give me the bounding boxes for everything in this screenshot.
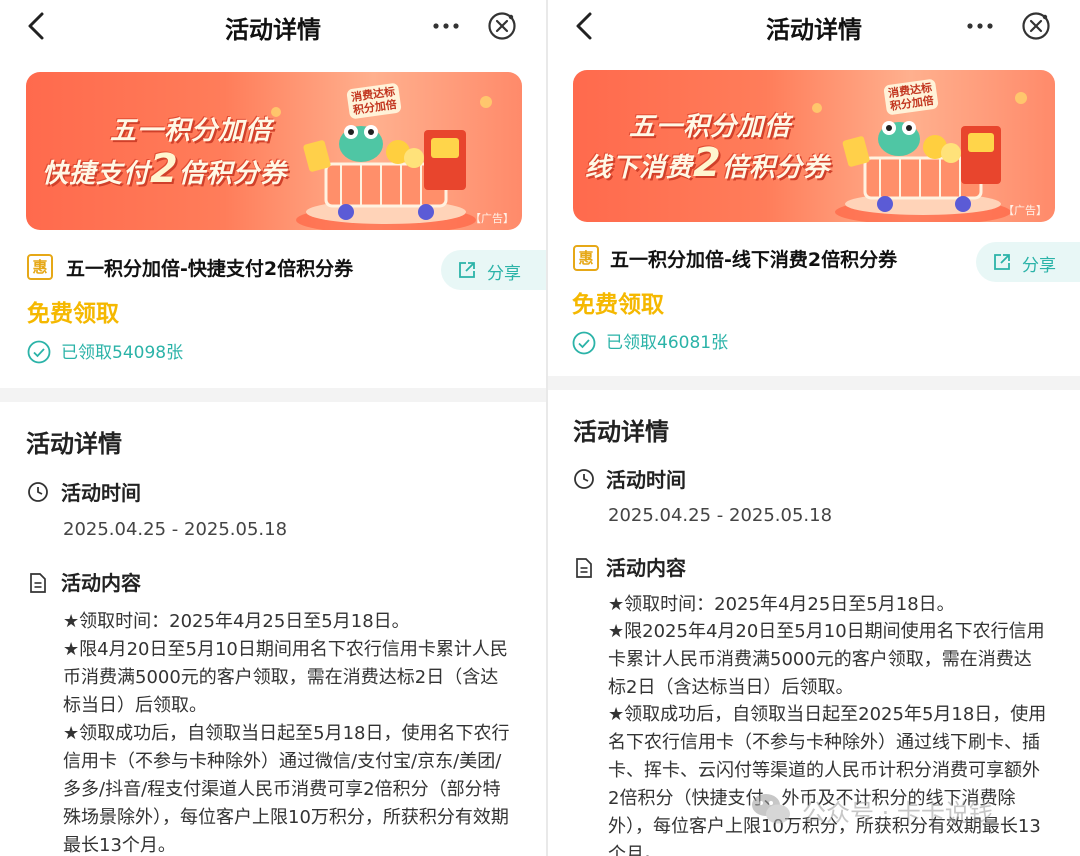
banner-headline: 五一积分加倍 — [110, 116, 273, 146]
check-circle-icon — [27, 340, 51, 364]
back-arrow-icon[interactable] — [570, 10, 600, 42]
page-title: 活动详情 — [766, 16, 862, 44]
banner-subline: 快捷支付2倍积分券 — [42, 146, 287, 192]
discount-badge: 惠 — [27, 254, 53, 280]
document-icon — [576, 558, 592, 578]
coupon-title: 五一积分加倍-快捷支付2倍积分券 — [66, 258, 354, 280]
banner-subline: 线下消费2倍积分券 — [585, 140, 830, 186]
coupon-title: 五一积分加倍-线下消费2倍积分券 — [610, 249, 898, 271]
content-paragraph: ★领取时间：2025年4月25日至5月18日。 — [63, 611, 410, 632]
details-section-title: 活动详情 — [573, 418, 669, 446]
claimed-count: 已领取54098张 — [61, 343, 184, 363]
banner-multiplier: 2 — [150, 146, 179, 192]
banner-subline-prefix: 线下消费 — [585, 153, 694, 183]
nav-bar: 活动详情 — [0, 0, 546, 52]
page-title: 活动详情 — [225, 16, 321, 44]
share-button[interactable]: 分享 — [441, 250, 546, 290]
section-divider — [548, 376, 1080, 390]
banner-subline-suffix: 倍积分券 — [178, 159, 287, 189]
ad-tag: 【广告】 — [1003, 204, 1047, 217]
share-label: 分享 — [487, 264, 521, 284]
share-icon — [994, 254, 1010, 270]
share-button[interactable]: 分享 — [976, 242, 1080, 282]
content-paragraph: ★领取成功后，自领取当日起至5月18日，使用名下农行信用卡（不参与卡种除外）通过… — [63, 723, 510, 856]
time-label: 活动时间 — [61, 481, 141, 505]
section-divider — [0, 388, 546, 402]
more-options-icon[interactable] — [428, 12, 464, 40]
close-mini-program-icon[interactable] — [486, 10, 518, 42]
content-paragraph: ★限2025年4月20日至5月10日期间使用名下农行信用卡累计人民币消费满500… — [608, 621, 1045, 698]
ad-tag: 【广告】 — [470, 212, 514, 225]
content-label: 活动内容 — [606, 556, 686, 580]
free-claim-label: 免费领取 — [27, 301, 119, 327]
details-section-title: 活动详情 — [26, 430, 122, 458]
free-claim-label: 免费领取 — [572, 292, 664, 318]
document-icon — [30, 573, 46, 593]
content-paragraph: ★限4月20日至5月10日期间用名下农行信用卡累计人民币消费满5000元的客户领… — [63, 639, 508, 716]
close-mini-program-icon[interactable] — [1020, 10, 1052, 42]
check-circle-icon — [572, 331, 596, 355]
discount-badge: 惠 — [573, 245, 599, 271]
time-label: 活动时间 — [606, 468, 686, 492]
more-options-icon[interactable] — [962, 12, 998, 40]
screen-offline-pay: 活动详情 消费达标 积分加倍 五一积分加倍 线下消费2倍积分券 【广告】 惠 五… — [548, 0, 1080, 856]
content-label: 活动内容 — [61, 571, 141, 595]
content-paragraph: ★领取时间：2025年4月25日至5月18日。 — [608, 594, 955, 615]
banner-subline-suffix: 倍积分券 — [721, 153, 830, 183]
share-icon — [459, 262, 475, 278]
content-paragraph: ★领取成功后，自领取当日起至2025年5月18日，使用名下农行信用卡（不参与卡种… — [608, 704, 1047, 856]
share-label: 分享 — [1022, 256, 1056, 276]
back-arrow-icon[interactable] — [22, 10, 52, 42]
time-range: 2025.04.25 - 2025.05.18 — [63, 519, 288, 540]
clock-icon — [28, 482, 48, 502]
time-range: 2025.04.25 - 2025.05.18 — [608, 505, 833, 526]
nav-bar: 活动详情 — [548, 0, 1080, 52]
banner-headline: 五一积分加倍 — [629, 112, 792, 142]
promo-banner[interactable]: 消费达标 积分加倍 五一积分加倍 线下消费2倍积分券 【广告】 — [573, 70, 1055, 222]
claimed-count: 已领取46081张 — [606, 333, 729, 353]
screen-quick-pay: 活动详情 消费达标 积分加倍 五一积分加倍 快捷支付2倍积分券 【广告】 惠 五… — [0, 0, 546, 856]
banner-subline-prefix: 快捷支付 — [42, 159, 151, 189]
promo-banner[interactable]: 消费达标 积分加倍 五一积分加倍 快捷支付2倍积分券 【广告】 — [26, 72, 522, 230]
clock-icon — [574, 469, 594, 489]
banner-multiplier: 2 — [693, 140, 722, 186]
